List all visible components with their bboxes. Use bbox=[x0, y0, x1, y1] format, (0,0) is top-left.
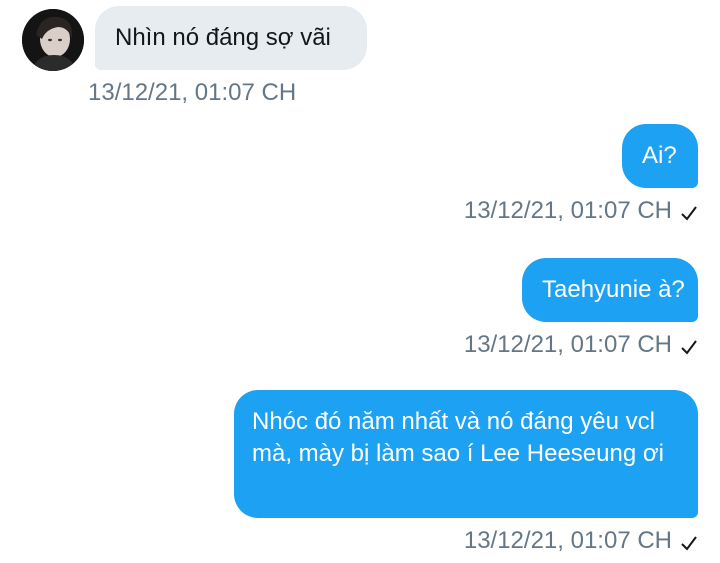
message-bubble-outgoing[interactable]: Ai? bbox=[622, 124, 698, 188]
message-bubble-outgoing[interactable]: Taehyunie à? bbox=[522, 258, 698, 322]
timestamp-text: 13/12/21, 01:07 CH bbox=[463, 331, 672, 358]
message-timestamp: 13/12/21, 01:07 CH bbox=[464, 526, 698, 556]
timestamp-text: 13/12/21, 01:07 CH bbox=[463, 197, 672, 224]
message-timestamp: 13/12/21, 01:07 CH bbox=[464, 330, 698, 360]
message-bubble-outgoing[interactable]: Nhóc đó năm nhất và nó đáng yêu vcl mà, … bbox=[234, 390, 698, 518]
contact-avatar[interactable] bbox=[22, 9, 84, 71]
timestamp-text: 13/12/21, 01:07 CH bbox=[463, 527, 672, 554]
check-icon bbox=[681, 206, 697, 221]
check-icon bbox=[681, 340, 697, 355]
message-timestamp: 13/12/21, 01:07 CH bbox=[88, 78, 296, 108]
avatar-photo-icon bbox=[22, 9, 84, 71]
check-icon bbox=[681, 536, 697, 551]
message-timestamp: 13/12/21, 01:07 CH bbox=[464, 196, 698, 226]
message-bubble-incoming[interactable]: Nhìn nó đáng sợ vãi bbox=[95, 6, 367, 70]
timestamp-text: 13/12/21, 01:07 CH bbox=[88, 79, 297, 106]
